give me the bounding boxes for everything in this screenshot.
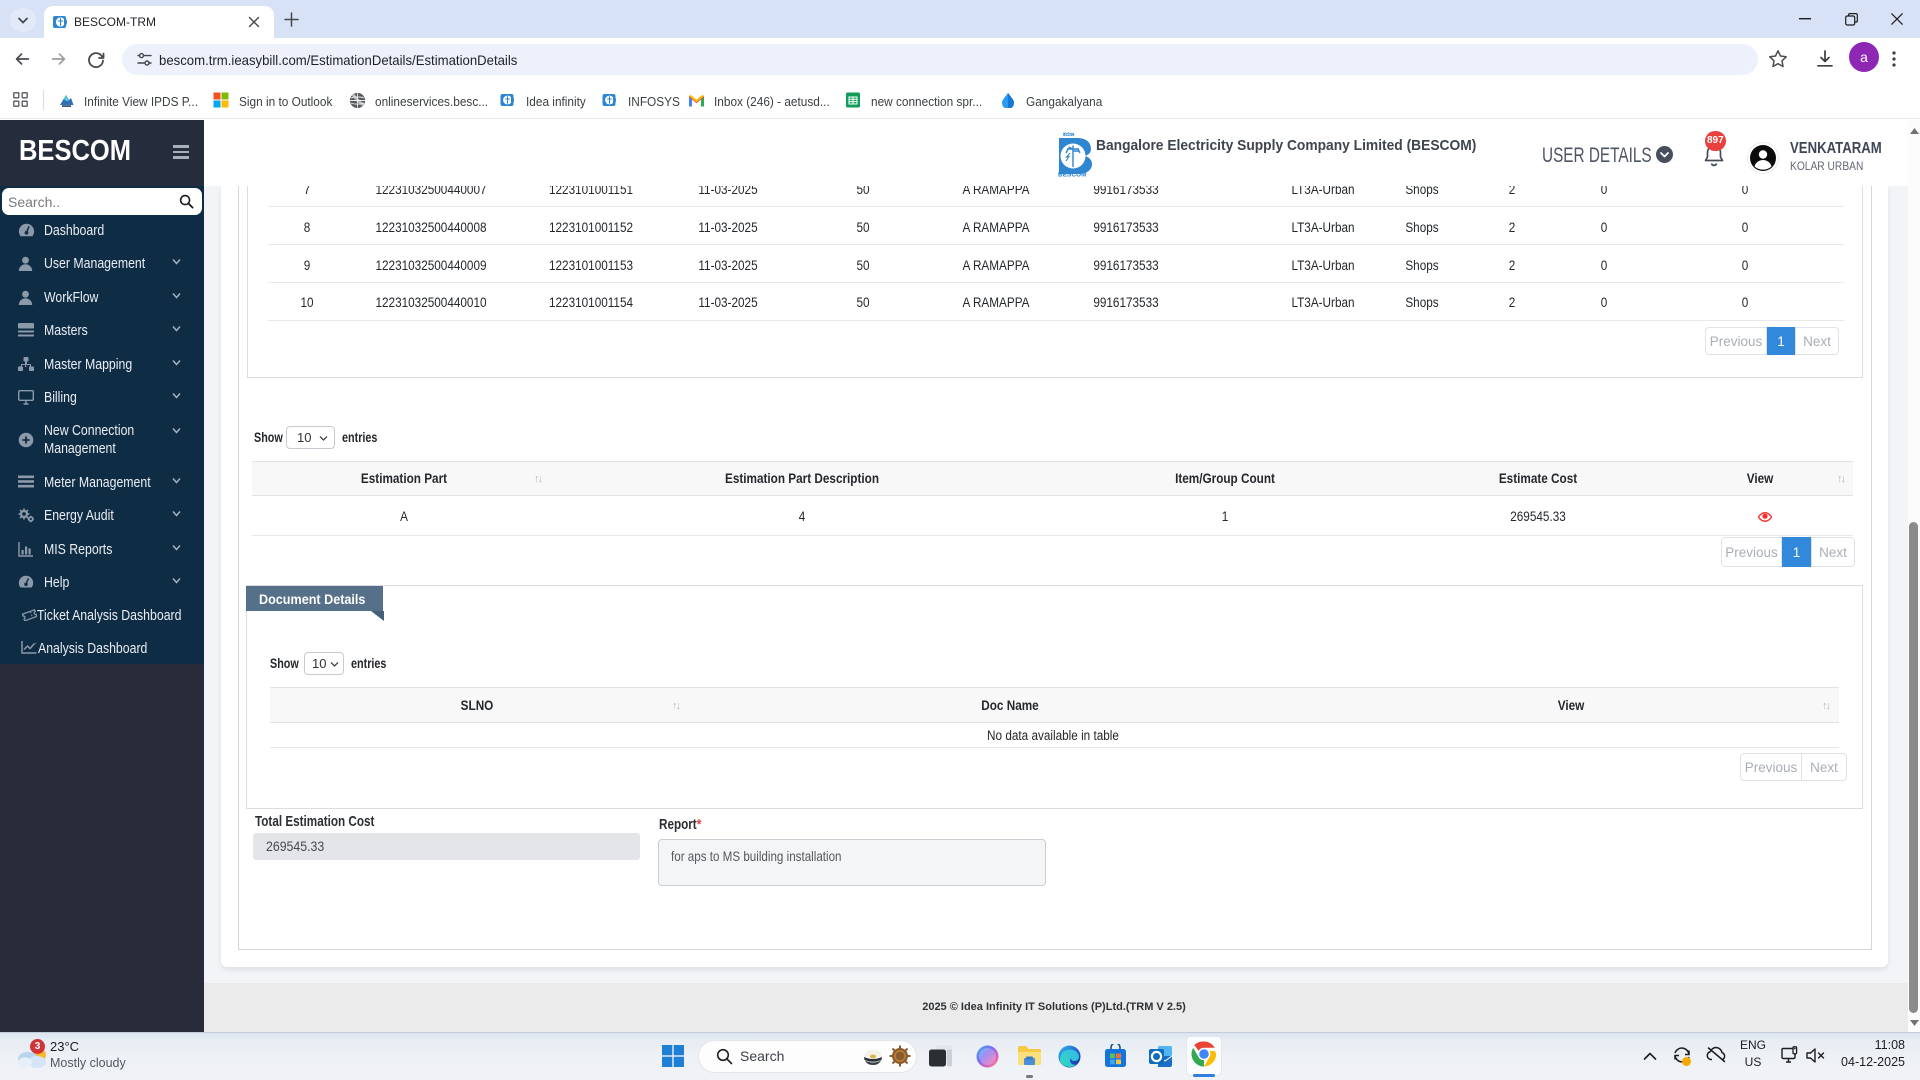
svg-text:BESCOM: BESCOM [1058,172,1087,178]
svg-text:ಕನಸಾ: ಕನಸಾ [1063,131,1074,138]
